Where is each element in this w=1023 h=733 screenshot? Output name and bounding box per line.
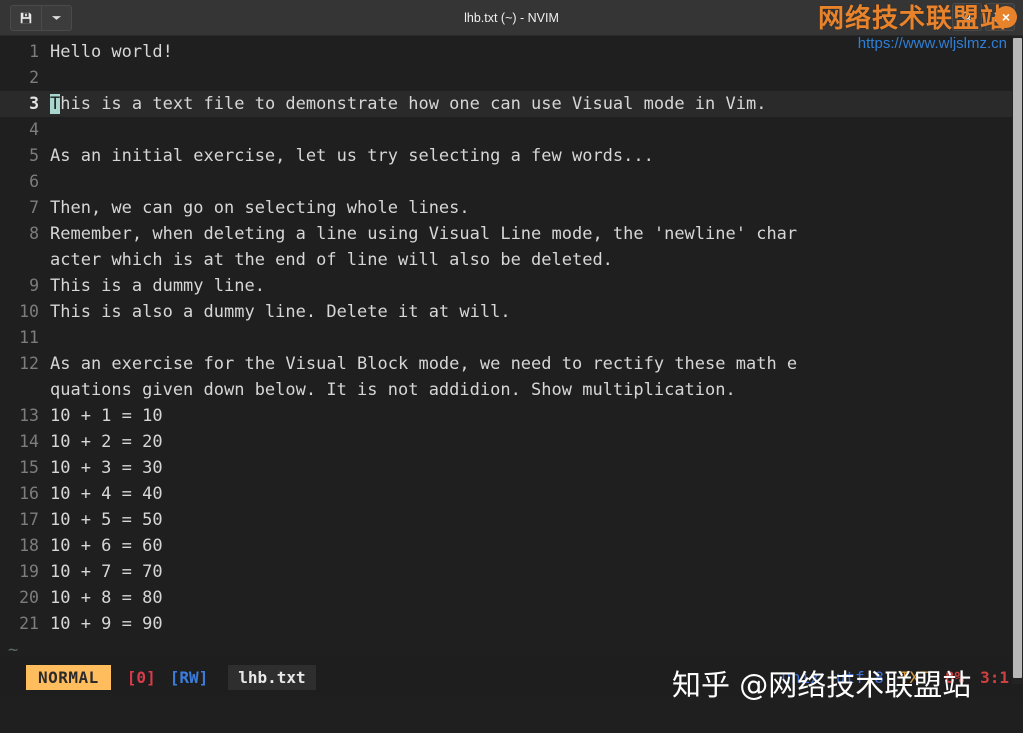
save-floppy-icon[interactable] <box>11 6 41 30</box>
editor-line[interactable]: 4 <box>0 117 1023 143</box>
line-number: 9 <box>29 276 39 295</box>
line-text: 10 + 8 = 80 <box>50 588 163 608</box>
status-count: [0] <box>126 667 156 687</box>
status-right-group: unix utf-8 TXT 8% 3:1 <box>781 668 1009 687</box>
editor-line[interactable]: 2 <box>0 65 1023 91</box>
editor-line[interactable]: 18 10 + 6 = 60 <box>0 533 1023 559</box>
line-text: This is a dummy line. <box>50 276 265 296</box>
line-text <box>48 117 50 143</box>
line-number: 1 <box>29 42 39 61</box>
editor-line[interactable]: 6 <box>0 169 1023 195</box>
line-number: 11 <box>19 328 39 347</box>
editor-line[interactable]: 7 Then, we can go on selecting whole line… <box>0 195 1023 221</box>
status-line: NORMAL [0] [RW] lhb.txt unix utf-8 TXT 8… <box>0 657 1023 697</box>
line-number: 18 <box>19 536 39 555</box>
status-encoding: utf-8 <box>835 667 884 687</box>
line-number: 21 <box>19 614 39 633</box>
editor-text-area[interactable]: 1 Hello world! 2 3 This is a text file to de… <box>0 36 1023 657</box>
line-text: Hello world! <box>50 42 173 62</box>
bottom-padding <box>0 697 1023 733</box>
editor-line[interactable]: 16 10 + 4 = 40 <box>0 481 1023 507</box>
line-text: 10 + 3 = 30 <box>50 458 163 478</box>
window-title: lhb.txt (~) - NVIM <box>464 10 559 25</box>
editor-line[interactable]: 5 As an initial exercise, let us try sele… <box>0 143 1023 169</box>
line-number: 3 <box>29 94 39 113</box>
status-position: 3:1 <box>980 667 1009 687</box>
line-text <box>48 169 50 195</box>
line-text: This is also a dummy line. Delete it at … <box>50 302 511 322</box>
status-filename: lhb.txt <box>228 664 316 690</box>
line-number: 4 <box>29 120 39 139</box>
editor-line[interactable]: 15 10 + 3 = 30 <box>0 455 1023 481</box>
line-text: quations given down below. It is not add… <box>50 380 736 400</box>
line-number: 2 <box>29 68 39 87</box>
editor-line[interactable]: 12 As an exercise for the Visual Block mo… <box>0 351 1023 377</box>
line-number: 13 <box>19 406 39 425</box>
editor-line[interactable]: 19 10 + 7 = 70 <box>0 559 1023 585</box>
line-text: 10 + 7 = 70 <box>50 562 163 582</box>
line-text: 10 + 9 = 90 <box>50 614 163 634</box>
chevron-down-icon[interactable] <box>41 5 71 30</box>
scrollbar-thumb[interactable] <box>1013 38 1022 678</box>
titlebar-left-button-group <box>10 4 72 31</box>
empty-buffer-marker-row: ~ <box>0 637 1023 657</box>
editor-line[interactable]: 13 10 + 1 = 10 <box>0 403 1023 429</box>
line-text: Remember, when deleting a line using Vis… <box>50 224 798 244</box>
search-icon[interactable] <box>952 3 982 31</box>
status-mode-badge: NORMAL <box>26 664 111 690</box>
close-icon[interactable]: × <box>995 6 1017 28</box>
line-text: 10 + 4 = 40 <box>50 484 163 504</box>
editor-line[interactable]: 8 Remember, when deleting a line using Vi… <box>0 221 1023 247</box>
line-number: 14 <box>19 432 39 451</box>
line-number: 15 <box>19 458 39 477</box>
line-number: 6 <box>29 172 39 191</box>
line-text: 10 + 6 = 60 <box>50 536 163 556</box>
line-number: 16 <box>19 484 39 503</box>
status-filetype: TXT <box>899 667 929 687</box>
line-text <box>48 65 50 91</box>
editor-line[interactable]: 10 This is also a dummy line. Delete it a… <box>0 299 1023 325</box>
line-number: 17 <box>19 510 39 529</box>
line-number <box>0 247 48 273</box>
editor-line[interactable]: 11 <box>0 325 1023 351</box>
editor-line[interactable]: 3 This is a text file to demonstrate how … <box>0 91 1023 117</box>
line-text: 10 + 2 = 20 <box>50 432 163 452</box>
nvim-window: lhb.txt (~) - NVIM × 网络技术联盟站 https://www… <box>0 0 1023 733</box>
line-text: As an exercise for the Visual Block mode… <box>50 354 798 374</box>
status-readwrite: [RW] <box>169 667 209 687</box>
line-text: 10 + 1 = 10 <box>50 406 163 426</box>
title-bar: lhb.txt (~) - NVIM <box>0 0 1023 36</box>
vertical-scrollbar[interactable] <box>1012 36 1023 684</box>
editor-line[interactable]: 17 10 + 5 = 50 <box>0 507 1023 533</box>
line-text: This is a text file to demonstrate how o… <box>50 94 767 114</box>
line-number: 20 <box>19 588 39 607</box>
editor-line[interactable]: 14 10 + 2 = 20 <box>0 429 1023 455</box>
line-text: Then, we can go on selecting whole lines… <box>50 198 470 218</box>
line-text: As an initial exercise, let us try selec… <box>50 146 654 166</box>
line-number: 12 <box>19 354 39 373</box>
line-text <box>48 325 50 351</box>
editor-line[interactable]: 21 10 + 9 = 90 <box>0 611 1023 637</box>
text-cursor: T <box>50 94 61 114</box>
line-number: 7 <box>29 198 39 217</box>
line-number: 8 <box>29 224 39 243</box>
line-text: acter which is at the end of line will a… <box>50 250 613 270</box>
editor-line[interactable]: quations given down below. It is not add… <box>0 377 1023 403</box>
editor-line[interactable]: 9 This is a dummy line. <box>0 273 1023 299</box>
tilde-icon: ~ <box>8 640 19 657</box>
line-number: 10 <box>19 302 39 321</box>
line-number <box>0 377 48 403</box>
editor-line[interactable]: 1 Hello world! <box>0 39 1023 65</box>
status-percent: 8% <box>944 667 965 687</box>
editor-line[interactable]: acter which is at the end of line will a… <box>0 247 1023 273</box>
line-text: 10 + 5 = 50 <box>50 510 163 530</box>
line-number: 5 <box>29 146 39 165</box>
status-fileformat: unix <box>781 667 820 687</box>
editor-line[interactable]: 20 10 + 8 = 80 <box>0 585 1023 611</box>
line-number: 19 <box>19 562 39 581</box>
